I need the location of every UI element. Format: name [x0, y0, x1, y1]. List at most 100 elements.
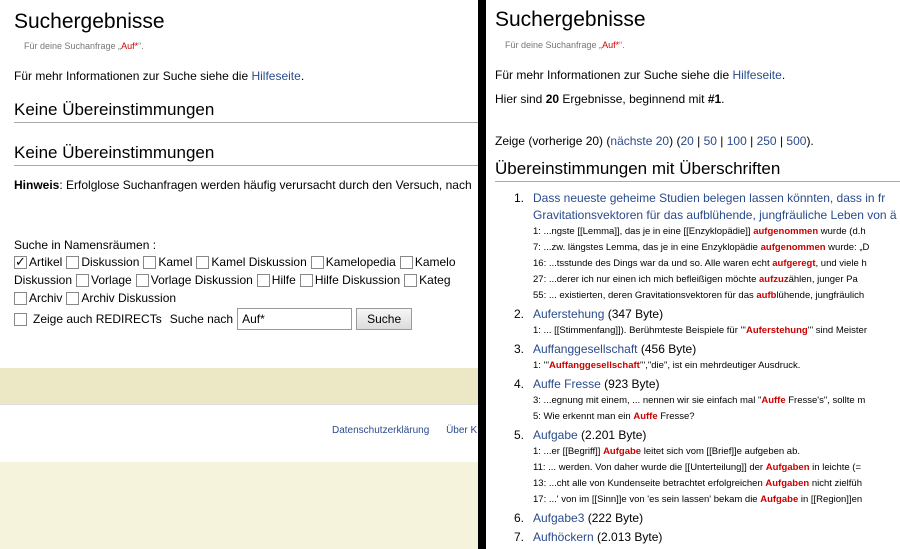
result-snippet: 17: ...' von im [[Sinn]]e von 'es sein l…: [495, 492, 900, 508]
result-snippet: 1: '''Auffanggesellschaft''',"die", ist …: [495, 358, 900, 374]
snippet-text: Fresse?: [657, 411, 695, 422]
namespace-checkbox[interactable]: [14, 254, 27, 270]
result-snippet: 16: ...tsstunde des Dings war da und so.…: [495, 256, 900, 272]
snippet-highlight: Aufgaben: [765, 478, 810, 489]
namespace-option: Vorlage Diskussion: [135, 273, 253, 287]
snippet-text: ''' sind Meister: [807, 325, 867, 336]
result-title-link[interactable]: Auffanggesellschaft: [533, 342, 638, 356]
pager-separator: |: [776, 134, 787, 148]
search-input[interactable]: [237, 308, 353, 330]
snippet-text: 55: ... existierten, deren Gravitationsv…: [533, 290, 757, 301]
result-item: 2. Auferstehung (347 Byte) 1: ... [[Stimme…: [495, 306, 900, 339]
about-link[interactable]: Über K: [446, 425, 477, 436]
result-snippet: 13: ...cht alle von Kundenseite betracht…: [495, 476, 900, 492]
snippet-text: 13: ...cht alle von Kundenseite betracht…: [533, 478, 766, 489]
result-title-line: 1. Dass neueste geheime Studien belegen l…: [495, 190, 900, 207]
result-size: (347 Byte): [604, 307, 664, 321]
namespace-label: Hilfe Diskussion: [314, 273, 401, 287]
result-title-link[interactable]: Auffe Fresse: [533, 377, 601, 391]
namespace-checkbox[interactable]: [66, 291, 80, 305]
result-snippet: 7: ...zw. längstes Lemma, das je in eine…: [495, 240, 900, 256]
namespace-checkbox[interactable]: [399, 255, 413, 269]
query-term: Auf*: [602, 40, 620, 50]
pager: Zeige (vorherige 20) (nächste 20) (20 | …: [495, 134, 814, 148]
namespace-label: Hilfe: [271, 273, 296, 287]
snippet-text: 17: ...' von im [[Sinn]]e von 'es sein l…: [533, 494, 761, 505]
namespace-label: Diskussion: [14, 273, 73, 287]
namespace-checkbox[interactable]: [310, 255, 324, 269]
snippet-text: ählen, junger Pa: [788, 274, 858, 285]
snippet-highlight: aufzuz: [759, 274, 789, 285]
namespace-option: Kamelopedia: [310, 255, 396, 269]
query-subtitle: Für deine Suchanfrage „Auf*“.: [505, 40, 625, 50]
snippet-text: 1: ...ngste [[Lemma]], das je in eine [[…: [533, 226, 754, 237]
namespace-checkbox[interactable]: [196, 255, 210, 269]
result-number: 7.: [514, 530, 525, 544]
namespace-label: Archiv Diskussion: [81, 291, 177, 305]
result-snippet: 1: ...ngste [[Lemma]], das je in eine [[…: [495, 224, 900, 240]
snippet-text: in [[Region]]en: [798, 494, 863, 505]
result-snippet: 11: ... werden. Von daher wurde die [[Un…: [495, 460, 900, 476]
footer-band: [0, 368, 478, 404]
result-title-link[interactable]: Aufgabe3: [533, 511, 584, 525]
snippet-text: Fresse's", sollte m: [785, 395, 866, 406]
pager-separator: |: [716, 134, 727, 148]
namespace-checkbox[interactable]: [404, 273, 418, 287]
namespace-checkbox[interactable]: [76, 273, 90, 287]
namespace-checkbox[interactable]: [135, 273, 149, 287]
result-snippet: 5: Wie erkennt man ein Auffe Fresse?: [495, 409, 900, 425]
snippet-highlight: Auffe: [761, 395, 786, 406]
result-number: 1.: [514, 191, 525, 205]
privacy-link[interactable]: Datenschutzerklärung: [332, 425, 429, 436]
result-title-link[interactable]: Aufhöckern: [533, 530, 594, 544]
no-match-heading-1: Keine Übereinstimmungen: [14, 100, 215, 119]
result-number: 5.: [514, 428, 525, 442]
result-title-link[interactable]: Aufgabe: [533, 428, 578, 442]
snippet-highlight: Auffe: [633, 411, 658, 422]
namespace-option: Kamel Diskussion: [196, 255, 307, 269]
result-size: (923 Byte): [600, 377, 660, 391]
namespace-checkbox[interactable]: [143, 255, 157, 269]
pager-size-link[interactable]: 20: [680, 134, 693, 148]
pager-size-link[interactable]: 50: [704, 134, 717, 148]
pager-size-link[interactable]: 500: [786, 134, 806, 148]
snippet-text: in leichte (=: [809, 462, 862, 473]
next-page-link[interactable]: nächste 20: [610, 134, 669, 148]
pager-size-link[interactable]: 250: [757, 134, 777, 148]
pager-size-link[interactable]: 100: [727, 134, 747, 148]
namespace-label: Kateg: [419, 273, 451, 287]
result-size: (2.201 Byte): [577, 428, 647, 442]
result-snippet: 1: ... [[Stimmenfang]]). Berühmteste Bei…: [495, 323, 900, 339]
snippet-highlight: Auffanggesellschaft: [549, 360, 640, 371]
result-title-link[interactable]: Auferstehung: [533, 307, 604, 321]
result-size: (222 Byte): [584, 511, 644, 525]
namespace-checkbox[interactable]: [299, 273, 313, 287]
namespace-option: Archiv: [14, 291, 62, 305]
snippet-text: nicht zielfüh: [809, 478, 862, 489]
snippet-highlight: Aufgabe: [760, 494, 799, 505]
namespace-checkbox[interactable]: [14, 291, 27, 305]
snippet-text: wurde: „D: [825, 242, 870, 253]
search-label: Suche nach: [169, 312, 234, 326]
redirects-checkbox[interactable]: [14, 312, 27, 326]
headings-match-title: Übereinstimmungen mit Überschriften: [495, 159, 781, 178]
help-link[interactable]: Hilfeseite: [251, 69, 300, 83]
result-size: (2.013 Byte): [593, 530, 663, 544]
result-title-link[interactable]: Dass neueste geheime Studien belegen las…: [533, 191, 885, 205]
snippet-highlight: aufb: [756, 290, 777, 301]
namespace-row-1: Artikel Diskussion Kamel Kamel Diskussion Ka…: [14, 254, 460, 270]
namespace-checkbox[interactable]: [66, 255, 80, 269]
result-item: 6. Aufgabe3 (222 Byte): [495, 510, 900, 527]
snippet-highlight: aufgenommen: [760, 242, 826, 253]
namespaces-title: Suche in Namensräumen :: [14, 238, 157, 252]
result-number: 3.: [514, 342, 525, 356]
snippet-highlight: aufgenommen: [753, 226, 819, 237]
snippet-highlight: Aufgabe: [603, 446, 642, 457]
namespace-option: Archiv Diskussion: [66, 291, 176, 305]
help-link[interactable]: Hilfeseite: [732, 68, 781, 82]
namespace-label: Archiv: [29, 291, 63, 305]
namespace-checkbox[interactable]: [256, 273, 270, 287]
search-button[interactable]: Suche: [356, 308, 413, 330]
namespace-label: Kamelo: [414, 255, 456, 269]
result-title-link[interactable]: Gravitationsvektoren für das aufblühende…: [533, 208, 897, 222]
